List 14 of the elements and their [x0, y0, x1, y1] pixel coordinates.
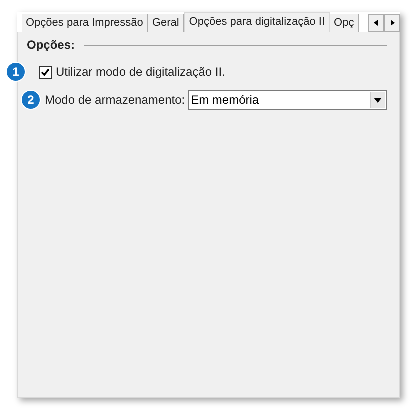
field-label: Modo de armazenamento:	[45, 92, 186, 109]
group-title: Opções:	[27, 37, 76, 54]
scroll-right-button[interactable]	[384, 14, 400, 32]
checkbox-label: Utilizar modo de digitalização II.	[56, 64, 226, 81]
checkbox[interactable]	[39, 66, 52, 78]
dropdown[interactable]: Em memória	[188, 90, 387, 110]
tab[interactable]: Geral	[148, 14, 184, 32]
scroll-left-button[interactable]	[368, 14, 384, 32]
tab[interactable]: Opções para digitalização II	[184, 12, 330, 32]
tab[interactable]: Opç	[330, 14, 360, 32]
tab[interactable]: Opções para Impressão	[22, 14, 148, 32]
dropdown-arrow-icon	[374, 98, 382, 102]
left-arrow-icon	[372, 18, 380, 28]
callout-badge: 1	[6, 62, 26, 82]
